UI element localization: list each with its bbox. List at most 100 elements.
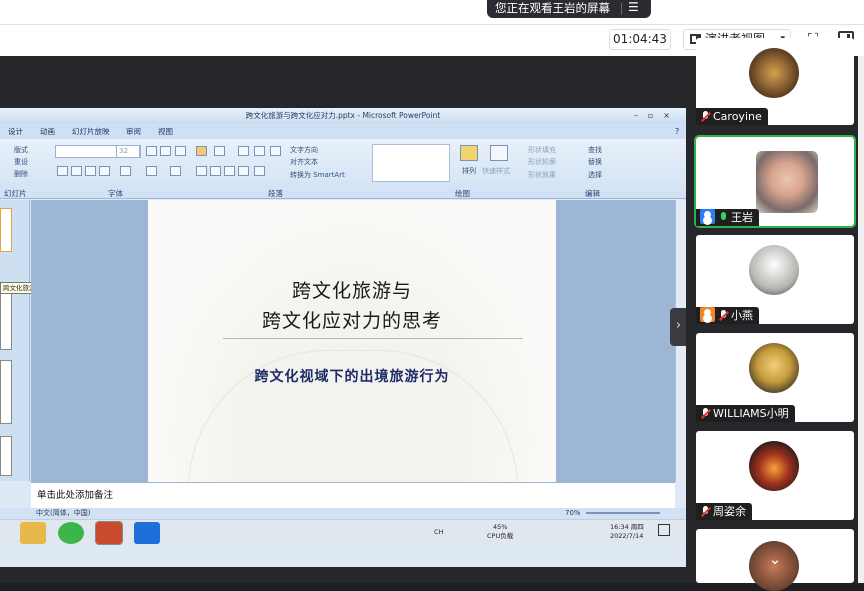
delete-button[interactable]: 删除 — [14, 169, 28, 179]
bold-icon[interactable] — [57, 166, 68, 176]
tab-view[interactable]: 视图 — [158, 124, 173, 139]
layout-button[interactable]: 版式 — [14, 145, 28, 155]
meeting-app-icon[interactable] — [134, 522, 160, 544]
window-controls[interactable]: –▫× — [634, 108, 680, 123]
align-text-button[interactable]: 对齐文本 — [290, 157, 318, 167]
media-app-icon[interactable] — [20, 522, 46, 544]
scroll-down-icon[interactable]: ⌄ — [762, 548, 788, 570]
participant-tile[interactable]: 小燕 — [696, 235, 854, 324]
slide-thumbnail[interactable] — [0, 360, 12, 424]
align-left-icon[interactable] — [196, 166, 207, 176]
ribbon-tabs: 设计 动画 幻灯片放映 审阅 视图 ? — [0, 124, 686, 139]
cpu-label: CPU负载 — [487, 532, 514, 540]
cpu-percent: 45% — [493, 523, 508, 531]
find-button[interactable]: 查找 — [588, 145, 602, 155]
strikethrough-icon[interactable] — [99, 166, 110, 176]
slide-title-line2[interactable]: 跨文化应对力的思考 — [148, 306, 556, 333]
shrink-font-icon[interactable] — [160, 146, 171, 156]
group-label-slides: 幻灯片 — [4, 189, 27, 198]
bullets-icon[interactable] — [196, 146, 207, 156]
slide-editor: 跨文化旅游与 跨文化应对力的思考 跨文化视域下的出境旅游行为 — [31, 200, 675, 490]
tab-animation[interactable]: 动画 — [40, 124, 55, 139]
text-direction-button[interactable]: 文字方向 — [290, 145, 318, 155]
zoom-level[interactable]: 70% — [565, 508, 581, 519]
quick-style-button[interactable]: 快速样式 — [482, 166, 510, 176]
shapes-gallery[interactable] — [372, 144, 450, 182]
font-size-input[interactable]: 32 — [116, 145, 140, 158]
outdent-icon[interactable] — [254, 146, 265, 156]
numbering-icon[interactable] — [214, 146, 225, 156]
italic-icon[interactable] — [71, 166, 82, 176]
divider — [621, 3, 622, 15]
wechat-icon[interactable] — [58, 522, 84, 544]
clear-format-icon[interactable] — [175, 146, 186, 156]
ppt-window-title: 跨文化旅游与跨文化应对力.pptx - Microsoft PowerPoint — [245, 111, 441, 120]
font-color-icon[interactable] — [170, 166, 181, 176]
group-label-editing: 编辑 — [585, 189, 600, 198]
ppt-title-bar: 跨文化旅游与跨文化应对力.pptx - Microsoft PowerPoint… — [0, 108, 686, 124]
participant-tile[interactable]: WILLIAMS小明 — [696, 333, 854, 422]
host-icon — [700, 209, 715, 224]
ppt-status-bar: 中文(简体，中国) 70% — [0, 508, 686, 519]
participant-tile[interactable]: 周姿余 — [696, 431, 854, 520]
participant-tile[interactable]: Caroyine — [696, 38, 854, 125]
shape-effect-button[interactable]: 形状效果 — [528, 170, 556, 180]
char-spacing-icon[interactable] — [120, 166, 131, 176]
case-icon[interactable] — [146, 166, 157, 176]
ribbon: 版式 重设 删除 32 文字方向 对齐文本 转换为 SmartArt 排列 快速… — [0, 139, 686, 199]
notes-pane[interactable]: 单击此处添加备注 — [31, 482, 675, 508]
slide-subtitle[interactable]: 跨文化视域下的出境旅游行为 — [148, 366, 556, 386]
quick-style-icon[interactable] — [490, 145, 508, 161]
slide-thumbnail[interactable] — [0, 208, 12, 252]
group-label-drawing: 绘图 — [455, 189, 470, 198]
columns-icon[interactable] — [254, 166, 265, 176]
slide-thumbnail[interactable] — [0, 436, 12, 476]
group-label-font: 字体 — [108, 189, 123, 198]
screen-share-banner: 您正在观看王岩的屏幕 ☰ — [487, 0, 651, 18]
reset-button[interactable]: 重设 — [14, 157, 28, 167]
participant-tile-active[interactable]: 王岩 — [694, 135, 856, 228]
indent-icon[interactable] — [238, 146, 249, 156]
powerpoint-window: 跨文化旅游与跨文化应对力.pptx - Microsoft PowerPoint… — [0, 108, 686, 567]
clock-time: 16:34 周四 — [610, 523, 644, 531]
slide[interactable]: 跨文化旅游与 跨文化应对力的思考 跨文化视域下的出境旅游行为 — [148, 200, 556, 490]
avatar — [749, 343, 799, 393]
arrange-button[interactable]: 排列 — [462, 166, 476, 176]
status-language: 中文(简体，中国) — [36, 509, 91, 517]
mic-muted-icon — [700, 111, 711, 122]
avatar — [749, 48, 799, 98]
replace-button[interactable]: 替换 — [588, 157, 602, 167]
participant-name: Caroyine — [696, 108, 768, 125]
arrange-icon[interactable] — [460, 145, 478, 161]
slide-title-line1[interactable]: 跨文化旅游与 — [148, 276, 556, 303]
underline-icon[interactable] — [85, 166, 96, 176]
shape-outline-button[interactable]: 形状轮廓 — [528, 157, 556, 167]
participant-name: 小燕 — [696, 307, 759, 324]
ime-indicator[interactable]: CH — [434, 528, 443, 536]
avatar — [749, 245, 799, 295]
help-icon[interactable]: ? — [675, 124, 679, 139]
shared-screen: 跨文化旅游与跨文化应对力.pptx - Microsoft PowerPoint… — [0, 56, 686, 583]
select-button[interactable]: 选择 — [588, 170, 602, 180]
clock-date: 2022/7/14 — [610, 532, 644, 540]
mic-on-icon — [718, 212, 729, 223]
line-spacing-icon[interactable] — [270, 146, 281, 156]
grow-font-icon[interactable] — [146, 146, 157, 156]
smartart-button[interactable]: 转换为 SmartArt — [290, 170, 345, 180]
tab-review[interactable]: 审阅 — [126, 124, 141, 139]
shape-fill-button[interactable]: 形状填充 — [528, 145, 556, 155]
powerpoint-icon[interactable] — [95, 521, 123, 545]
align-center-icon[interactable] — [210, 166, 221, 176]
align-right-icon[interactable] — [224, 166, 235, 176]
participant-name: 周姿余 — [696, 503, 752, 520]
justify-icon[interactable] — [238, 166, 249, 176]
tab-design[interactable]: 设计 — [8, 124, 23, 139]
slide-thumbnails — [0, 200, 30, 481]
tab-slideshow[interactable]: 幻灯片放映 — [72, 124, 110, 139]
notification-icon[interactable] — [658, 524, 670, 536]
zoom-slider[interactable] — [586, 512, 660, 514]
menu-icon[interactable]: ☰ — [628, 0, 639, 16]
participant-name: 王岩 — [696, 209, 759, 226]
gallery-scrollbar[interactable] — [858, 56, 864, 583]
collapse-gallery-button[interactable]: › — [670, 308, 687, 346]
